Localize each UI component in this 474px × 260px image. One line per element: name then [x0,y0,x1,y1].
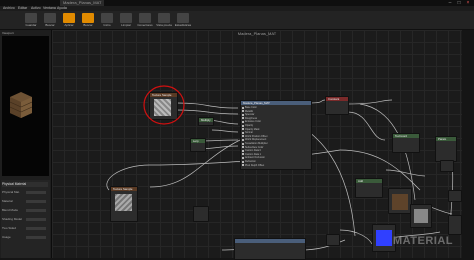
material-pin[interactable]: Normal [242,131,253,135]
small-node-param[interactable]: Param [435,136,457,162]
material-pin[interactable]: Pixel Depth Offset [242,163,265,167]
small-node-param-title: Param [436,137,456,141]
material-pin[interactable]: Roughness [242,116,258,120]
material-pin[interactable]: Refraction [242,160,256,163]
pin-icon[interactable] [242,135,244,138]
pin-icon[interactable] [242,153,244,156]
pin-label: World Displacement [245,138,267,142]
main-node-title: Madera_Planas_MAT [241,101,311,105]
small-node-lerp[interactable]: Lerp [190,138,206,152]
pin-icon[interactable] [242,156,244,159]
main-material-node[interactable]: Madera_Planas_MAT Base Color Metallic Spec… [240,100,312,170]
pin-icon[interactable] [242,110,244,113]
material-pin[interactable]: World Displacement [242,138,267,142]
tiny-node-b[interactable] [448,190,462,202]
pin-label: Roughness [245,116,258,120]
pin-label: Pixel Depth Offset [245,163,265,167]
highlight-circle [143,85,185,125]
pin-icon[interactable] [242,117,244,120]
pin-icon[interactable] [242,124,244,127]
node-wires [106,99,454,251]
bottom-node[interactable] [234,238,306,260]
pin-label: Tessellation Multiplier [245,142,268,145]
pin-icon[interactable] [242,160,244,163]
pin-icon[interactable] [242,138,244,141]
pin-label: Custom Data 0 [245,149,261,153]
pin-label: Emissive Color [245,120,261,124]
texture-node-3[interactable] [388,188,412,214]
wood-thumbnail [392,194,408,210]
pin-label: Base Color [245,106,257,109]
small-node-lerp-title: Lerp [191,139,205,143]
texture-node-4[interactable] [410,204,432,228]
texture-sample-node-2[interactable]: Texture Sample [110,186,138,222]
small-node-add[interactable]: Add [355,178,383,198]
pin-label: Refraction [245,160,256,163]
material-pin[interactable]: Emissive Color [242,120,261,124]
pin-icon[interactable] [242,106,244,109]
pin-icon[interactable] [242,149,244,152]
small-node-add-title: Add [356,179,382,183]
normal-thumbnail [376,230,392,246]
grey-thumbnail [414,209,428,223]
pin-label: Normal [245,131,253,135]
material-watermark: MATERIAL [393,235,454,247]
material-pin[interactable]: Opacity [242,124,254,127]
texture-node-2-title: Texture Sample [111,187,137,191]
pin-icon[interactable] [242,113,244,116]
material-pin[interactable]: Tessellation Multiplier [242,142,268,145]
material-pin[interactable]: Custom Data 1 [242,152,261,156]
small-node-multiply-title: Multiply [199,118,213,122]
pin-icon[interactable] [242,128,244,131]
pin-label: Metallic [245,109,254,113]
pin-icon[interactable] [242,131,244,134]
pin-label: Subsurface Color [245,145,264,149]
material-pin[interactable]: Subsurface Color [242,145,264,149]
bottom-node-title [235,239,305,243]
pin-label: Custom Data 1 [245,152,261,156]
small-node-constant-title: Constant [326,97,348,101]
tiny-node-a[interactable] [440,160,454,172]
pin-icon[interactable] [242,146,244,149]
small-node-texcoord-title: TexCoord [393,134,419,138]
material-pin[interactable]: Ambient Occlusion [242,156,265,160]
pin-icon[interactable] [242,142,244,145]
tiny-node-d[interactable] [193,206,209,222]
pin-label: World Position Offset [245,134,268,138]
tiny-node-c[interactable] [448,215,462,235]
material-pin[interactable]: World Position Offset [242,134,268,138]
small-node-constant[interactable]: Constant [325,96,349,115]
material-pin[interactable]: Opacity Mask [242,127,260,131]
pin-label: Opacity [245,124,254,127]
small-node-texcoord[interactable]: TexCoord [392,133,420,153]
material-pin[interactable]: Metallic [242,109,254,113]
pin-icon[interactable] [242,120,244,123]
pin-label: Opacity Mask [245,127,260,131]
tiny-node-e[interactable] [326,234,340,246]
texture-thumbnail-2 [115,194,132,211]
material-pin[interactable]: Custom Data 0 [242,149,261,153]
material-pin[interactable]: Base Color [242,106,257,109]
pin-icon[interactable] [242,164,244,167]
pin-label: Ambient Occlusion [245,156,265,160]
small-node-multiply[interactable]: Multiply [198,117,214,126]
pin-label: Specular [245,113,255,117]
material-pin[interactable]: Specular [242,113,255,117]
